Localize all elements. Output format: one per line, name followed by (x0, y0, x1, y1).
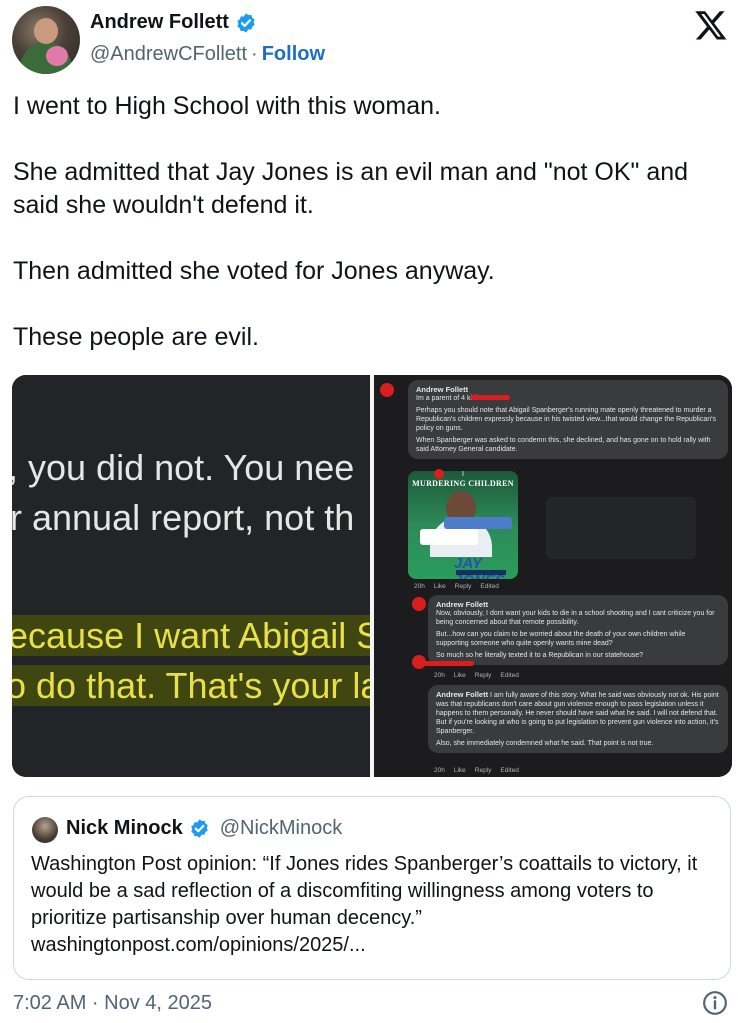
tweet-header: Andrew Follett @AndrewCFollett · Follow (0, 0, 738, 80)
comment-paragraph: Also, she immediately condemned what he … (436, 740, 654, 747)
image-message-card (420, 529, 478, 545)
tweet-paragraph: I went to High School with this woman. (13, 92, 441, 120)
media-image-comments[interactable]: Andrew Follett Im a parent of 4 kids Per… (374, 375, 732, 777)
tweet-paragraph: These people are evil. (13, 323, 259, 351)
comment-paragraph: But...how can you claim to be worried ab… (436, 631, 686, 647)
author-handle[interactable]: @AndrewCFollett (90, 43, 247, 66)
comment-meta: 20h Like Reply Edited (434, 767, 519, 774)
like-link[interactable]: Like (434, 583, 446, 590)
reply-link[interactable]: Reply (475, 672, 492, 679)
comment-meta: 20h Like Reply Edited (434, 672, 519, 679)
comment-author: Andrew Follett (436, 690, 489, 699)
x-logo-icon[interactable] (694, 8, 728, 42)
image-top-text: I (462, 471, 464, 478)
quoted-author-name: Nick Minock (66, 817, 183, 839)
redaction-mark (412, 597, 426, 611)
comment-paragraph: Perhaps you should note that Abigail Spa… (416, 407, 716, 432)
image-logo-bar (456, 570, 506, 575)
comment-paragraph: So much so he literally texted it to a R… (436, 652, 644, 659)
tweet-timestamp[interactable]: 7:02 AM · Nov 4, 2025 (13, 992, 212, 1015)
quoted-author-handle: @NickMinock (219, 817, 343, 839)
comment-placeholder (546, 497, 696, 559)
verified-badge-icon (190, 819, 208, 838)
zoomed-text-line: , you did not. You nee (12, 447, 355, 488)
tweet-text: I went to High School with this woman. S… (13, 90, 725, 387)
reply-link[interactable]: Reply (475, 767, 492, 774)
comment-bubble: Andrew Follett Now, obviously, I dont wa… (428, 595, 728, 665)
tweet-paragraph: She admitted that Jay Jones is an evil m… (13, 158, 689, 219)
comment-line: Im a parent of 4 kids (416, 395, 480, 402)
author-handle-row: @AndrewCFollett · Follow (90, 43, 325, 66)
comment-time: 20h (434, 672, 445, 679)
tweet-media[interactable]: , you did not. You nee r annual report, … (12, 375, 732, 777)
redaction-mark (380, 383, 394, 397)
zoomed-highlighted-line: ecause I want Abigail S (12, 615, 370, 656)
author-avatar[interactable] (12, 6, 80, 74)
comment-paragraph: When Spanberger was asked to condemn thi… (416, 437, 711, 453)
zoomed-highlighted-line: o do that. That's your la (12, 665, 370, 706)
image-title: MURDERING CHILDREN (412, 479, 514, 488)
comment-author: Andrew Follett (416, 385, 469, 394)
comment-author: Andrew Follett (436, 600, 489, 609)
avatar-face (34, 18, 58, 44)
verified-badge-icon (237, 12, 255, 33)
handle-separator: · (251, 43, 258, 65)
comment-paragraph: Now, obviously, I dont want your kids to… (436, 610, 715, 626)
quoted-tweet-text: Washington Post opinion: “If Jones rides… (31, 851, 721, 959)
author-name[interactable]: Andrew Follett (90, 11, 229, 34)
redaction-mark (414, 661, 474, 666)
edited-label: Edited (500, 767, 519, 774)
media-image-zoomed-text[interactable]: , you did not. You nee r annual report, … (12, 375, 370, 777)
redaction-mark (470, 395, 510, 400)
quoted-author-avatar (32, 817, 58, 843)
reply-link[interactable]: Reply (455, 583, 472, 590)
quoted-link[interactable]: washingtonpost.com/opinions/2025/... (31, 932, 721, 959)
comment-attached-image: I MURDERING CHILDREN JAY JONES (408, 471, 518, 579)
like-link[interactable]: Like (454, 672, 466, 679)
zoomed-text-line: r annual report, not th (12, 497, 355, 538)
comment-time: 20h (434, 767, 445, 774)
quoted-tweet-card[interactable]: Nick Minock @NickMinock Washington Post … (13, 796, 731, 980)
edited-label: Edited (480, 583, 499, 590)
redaction-mark (434, 469, 444, 479)
edited-label: Edited (500, 672, 519, 679)
tweet-paragraph: Then admitted she voted for Jones anyway… (13, 257, 495, 285)
author-name-row: Andrew Follett (90, 11, 257, 34)
image-message-bubble (444, 517, 512, 529)
comment-time: 20h (414, 583, 425, 590)
quoted-author-row: Nick Minock @NickMinock (66, 817, 342, 840)
comment-bubble: Andrew Follett I am fully aware of this … (428, 685, 728, 753)
like-link[interactable]: Like (454, 767, 466, 774)
avatar-baby (46, 46, 68, 66)
comment-bubble: Andrew Follett Im a parent of 4 kids Per… (408, 380, 728, 459)
comment-meta: 20h Like Reply Edited (414, 583, 499, 590)
follow-button[interactable]: Follow (262, 43, 325, 66)
info-icon[interactable] (702, 990, 728, 1016)
image-logo: JAY JONES (454, 555, 505, 579)
quoted-text-body: Washington Post opinion: “If Jones rides… (31, 853, 698, 929)
